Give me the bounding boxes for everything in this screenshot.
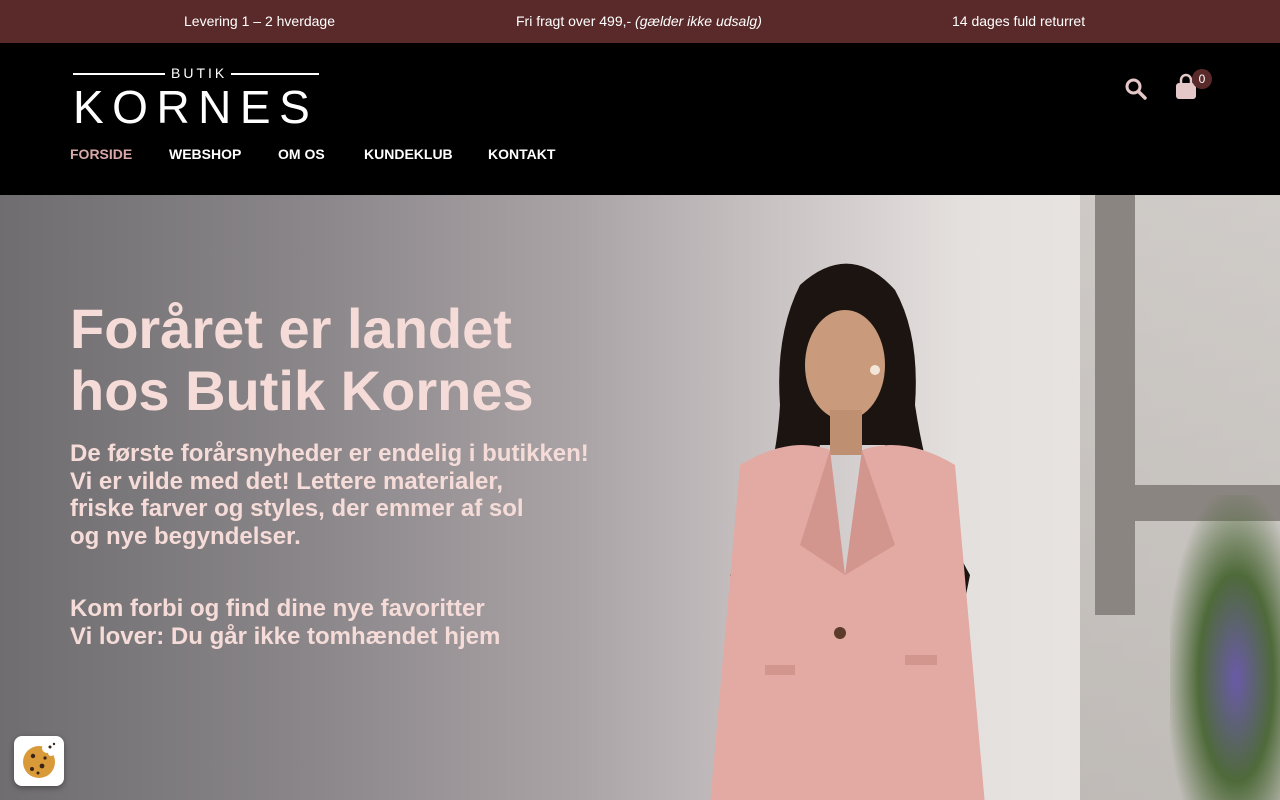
hero-description: De første forårsnyheder er endelig i but… <box>70 440 589 550</box>
cookie-icon <box>23 742 56 778</box>
flowers-decoration <box>1170 495 1280 800</box>
model-in-pink-suit-image <box>710 263 985 800</box>
returns-info: 14 dages fuld returret <box>952 13 1086 29</box>
announcement-bar: Levering 1 – 2 hverdage Fri fragt over 4… <box>0 0 1280 43</box>
nav-item-webshop[interactable]: WEBSHOP <box>169 146 241 162</box>
logo-subtitle: BUTIK <box>73 65 319 81</box>
search-icon[interactable] <box>1124 77 1148 101</box>
cart-count-badge: 0 <box>1192 69 1212 89</box>
delivery-info: Levering 1 – 2 hverdage <box>184 13 335 29</box>
site-header: BUTIK KORNES FORSIDE WEBSHOP OM OS KUNDE… <box>0 43 1280 195</box>
hero-title: Foråret er landet hos Butik Kornes <box>70 297 534 422</box>
logo-wordmark: KORNES <box>73 81 319 133</box>
nav-item-forside[interactable]: FORSIDE <box>70 146 132 162</box>
nav-item-om-os[interactable]: OM OS <box>278 146 325 162</box>
cookie-settings-button[interactable] <box>14 736 64 786</box>
hero-call-to-visit: Kom forbi og find dine nye favoritter Vi… <box>70 595 501 650</box>
nav-item-kundeklub[interactable]: KUNDEKLUB <box>364 146 453 162</box>
hero-banner: Foråret er landet hos Butik Kornes De fø… <box>0 195 1280 800</box>
logo[interactable]: BUTIK KORNES <box>73 65 319 133</box>
free-shipping-info: Fri fragt over 499,- (gælder ikke udsalg… <box>516 13 762 29</box>
nav-item-kontakt[interactable]: KONTAKT <box>488 146 555 162</box>
